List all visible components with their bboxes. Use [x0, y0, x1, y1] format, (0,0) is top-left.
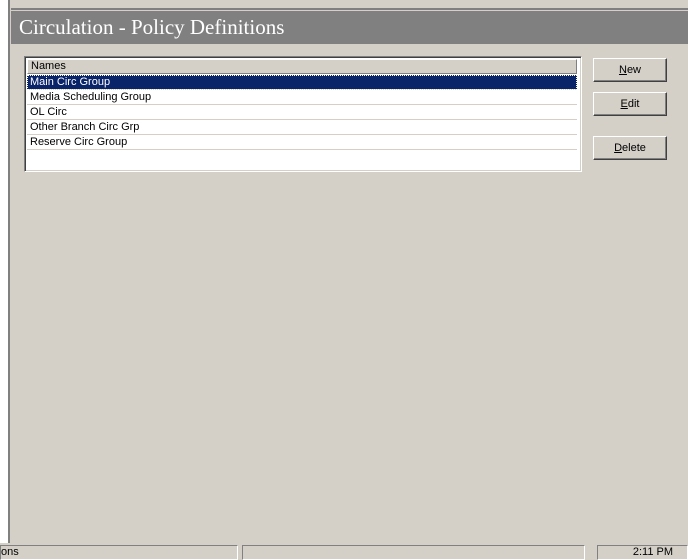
- status-pane-window-name: nitions: [0, 545, 238, 560]
- list-item-other-branch-circ-grp[interactable]: Other Branch Circ Grp: [27, 120, 577, 135]
- list-item-reserve-circ-group[interactable]: Reserve Circ Group: [27, 135, 577, 150]
- policy-names-list[interactable]: Names Main Circ Group Media Scheduling G…: [24, 56, 582, 172]
- window-top-border: [11, 8, 688, 10]
- delete-button[interactable]: Delete: [593, 136, 667, 160]
- window-title-bar: Circulation - Policy Definitions: [11, 11, 688, 44]
- edit-button[interactable]: Edit: [593, 92, 667, 116]
- new-button[interactable]: New: [593, 58, 667, 82]
- list-item-media-scheduling-group[interactable]: Media Scheduling Group: [27, 90, 577, 105]
- status-pane-clock: 2:11 PM: [597, 545, 688, 560]
- status-bar: nitions 2:11 PM: [0, 543, 688, 560]
- window-left-border: [0, 0, 11, 544]
- list-item-main-circ-group[interactable]: Main Circ Group: [27, 75, 577, 90]
- list-item-ol-circ[interactable]: OL Circ: [27, 105, 577, 120]
- status-pane-message: [242, 545, 585, 560]
- column-header-names[interactable]: Names: [27, 59, 577, 74]
- window-title: Circulation - Policy Definitions: [19, 15, 285, 39]
- list-rows: Main Circ Group Media Scheduling Group O…: [27, 75, 577, 150]
